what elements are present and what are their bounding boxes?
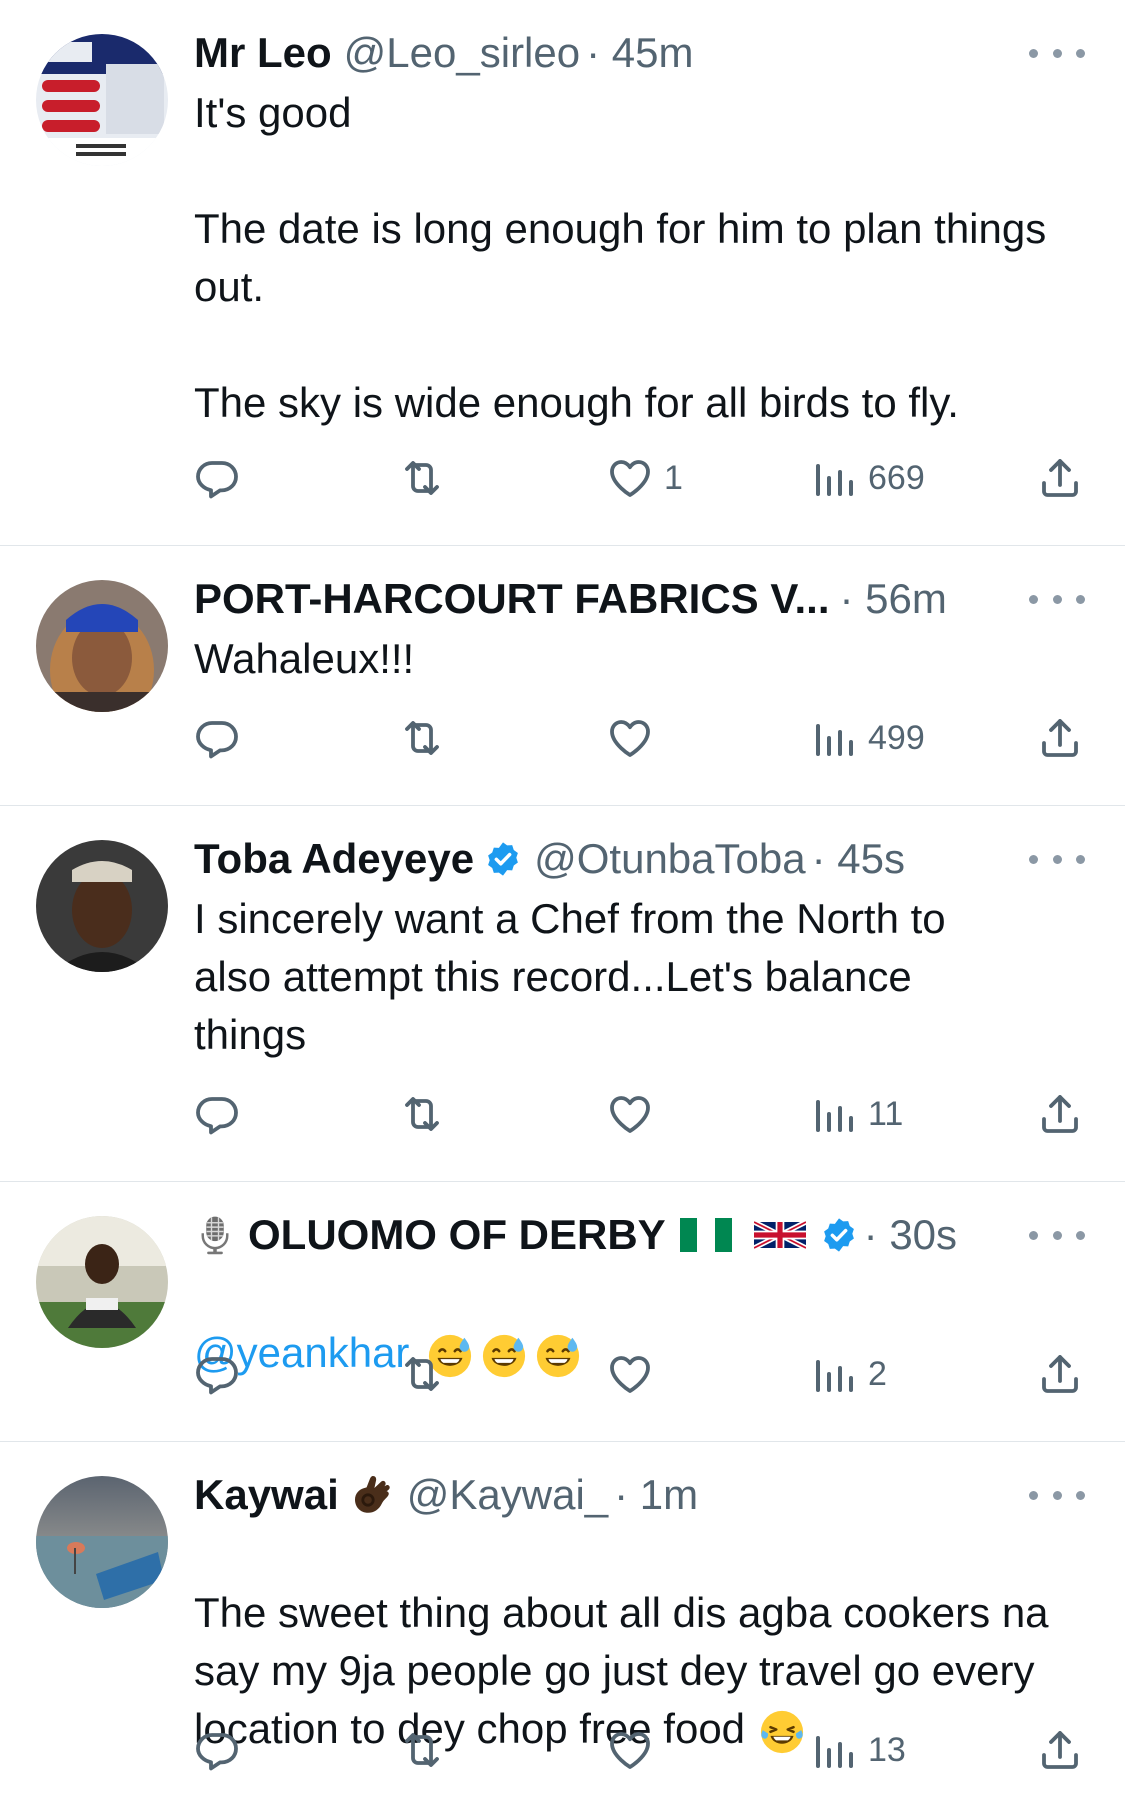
tweet[interactable]: PORT-HARCOURT FABRICS V... · 56m Wahaleu…: [0, 546, 1125, 806]
reply-button[interactable]: [193, 708, 241, 768]
reply-button[interactable]: [193, 448, 241, 508]
share-button[interactable]: [1036, 1720, 1084, 1780]
display-name[interactable]: PORT-HARCOURT FABRICS V...: [194, 570, 830, 628]
nigeria-flag-icon: [679, 1218, 732, 1252]
retweet-button[interactable]: [398, 1720, 446, 1780]
share-icon: [1036, 1726, 1084, 1774]
tweet-actions: 13: [0, 1720, 1125, 1780]
tweet[interactable]: Toba Adeyeye @OtunbaToba · 45s I sincere…: [0, 806, 1125, 1182]
like-button[interactable]: [606, 708, 654, 768]
uk-flag-icon: [753, 1219, 806, 1251]
like-button[interactable]: [606, 1344, 654, 1404]
heart-icon: [606, 454, 654, 502]
display-name[interactable]: OLUOMO OF DERBY: [248, 1206, 666, 1264]
reply-icon: [193, 714, 241, 762]
reply-icon: [193, 1350, 241, 1398]
view-count: 2: [868, 1354, 887, 1393]
retweet-icon: [398, 1726, 446, 1774]
views-button[interactable]: 13: [810, 1720, 906, 1780]
view-count: 11: [868, 1094, 904, 1133]
retweet-icon: [398, 714, 446, 762]
timestamp[interactable]: · 1m: [614, 1466, 698, 1524]
retweet-icon: [398, 1350, 446, 1398]
tweet[interactable]: Kaywai @Kaywai_ · 1m The sweet thing abo…: [0, 1442, 1125, 1815]
avatar[interactable]: [36, 580, 168, 712]
tweet-text: It's good The date is long enough for hi…: [194, 89, 1047, 426]
more-options-icon[interactable]: [1029, 1480, 1085, 1510]
bar-chart-icon: [810, 1090, 858, 1138]
more-options-icon[interactable]: [1029, 584, 1085, 614]
heart-icon: [606, 714, 654, 762]
like-button[interactable]: [606, 1084, 654, 1144]
heart-icon: [606, 1350, 654, 1398]
tweet-text: Wahaleux!!!: [194, 635, 415, 682]
reply-button[interactable]: [193, 1720, 241, 1780]
views-button[interactable]: 2: [810, 1344, 887, 1404]
more-options-icon[interactable]: [1029, 1220, 1085, 1250]
more-options-icon[interactable]: [1029, 38, 1085, 68]
tweet-actions: 1 669: [0, 448, 1125, 508]
share-icon: [1036, 714, 1084, 762]
avatar[interactable]: [36, 1476, 168, 1608]
share-button[interactable]: [1036, 1344, 1084, 1404]
user-handle[interactable]: @OtunbaToba: [534, 830, 805, 888]
tweet-actions: 499: [0, 708, 1125, 768]
timestamp[interactable]: · 30s: [864, 1206, 957, 1264]
reply-button[interactable]: [193, 1344, 241, 1404]
like-button[interactable]: 1: [606, 448, 683, 508]
bar-chart-icon: [810, 1350, 858, 1398]
views-button[interactable]: 11: [810, 1084, 903, 1144]
heart-icon: [606, 1090, 654, 1138]
retweet-button[interactable]: [398, 448, 446, 508]
retweet-button[interactable]: [398, 1344, 446, 1404]
display-name[interactable]: Kaywai: [194, 1466, 339, 1524]
share-icon: [1036, 1350, 1084, 1398]
share-icon: [1036, 1090, 1084, 1138]
share-icon: [1036, 454, 1084, 502]
views-button[interactable]: 669: [810, 448, 925, 508]
view-count: 13: [868, 1730, 906, 1769]
timestamp[interactable]: · 45m: [586, 24, 693, 82]
verified-badge-icon: [820, 1216, 858, 1254]
timestamp[interactable]: · 45s: [812, 830, 905, 888]
share-button[interactable]: [1036, 708, 1084, 768]
more-options-icon[interactable]: [1029, 844, 1085, 874]
timestamp[interactable]: · 56m: [840, 570, 947, 628]
microphone-icon: [194, 1210, 236, 1260]
ok-hand-emoji-icon: [347, 1471, 395, 1519]
retweet-icon: [398, 454, 446, 502]
views-button[interactable]: 499: [810, 708, 925, 768]
reply-button[interactable]: [193, 1084, 241, 1144]
verified-badge-icon: [484, 840, 522, 878]
display-name[interactable]: Mr Leo: [194, 24, 332, 82]
heart-icon: [606, 1726, 654, 1774]
like-count: 1: [664, 458, 683, 497]
reply-icon: [193, 454, 241, 502]
tweet[interactable]: OLUOMO OF DERBY · 30s @yeankhar 2: [0, 1182, 1125, 1442]
avatar[interactable]: [36, 1216, 168, 1348]
retweet-button[interactable]: [398, 708, 446, 768]
tweet[interactable]: Mr Leo @Leo_sirleo · 45m It's good The d…: [0, 0, 1125, 546]
bar-chart-icon: [810, 454, 858, 502]
view-count: 669: [868, 458, 925, 497]
retweet-button[interactable]: [398, 1084, 446, 1144]
user-handle[interactable]: @Leo_sirleo: [344, 24, 580, 82]
share-button[interactable]: [1036, 448, 1084, 508]
tweet-actions: 11: [0, 1084, 1125, 1144]
avatar[interactable]: [36, 840, 168, 972]
bar-chart-icon: [810, 714, 858, 762]
reply-icon: [193, 1090, 241, 1138]
like-button[interactable]: [606, 1720, 654, 1780]
display-name[interactable]: Toba Adeyeye: [194, 830, 474, 888]
user-handle[interactable]: @Kaywai_: [407, 1466, 608, 1524]
share-button[interactable]: [1036, 1084, 1084, 1144]
tweet-actions: 2: [0, 1344, 1125, 1404]
tweet-text: I sincerely want a Chef from the North t…: [194, 895, 946, 1058]
bar-chart-icon: [810, 1726, 858, 1774]
reply-icon: [193, 1726, 241, 1774]
retweet-icon: [398, 1090, 446, 1138]
view-count: 499: [868, 718, 925, 757]
avatar[interactable]: [36, 34, 168, 166]
